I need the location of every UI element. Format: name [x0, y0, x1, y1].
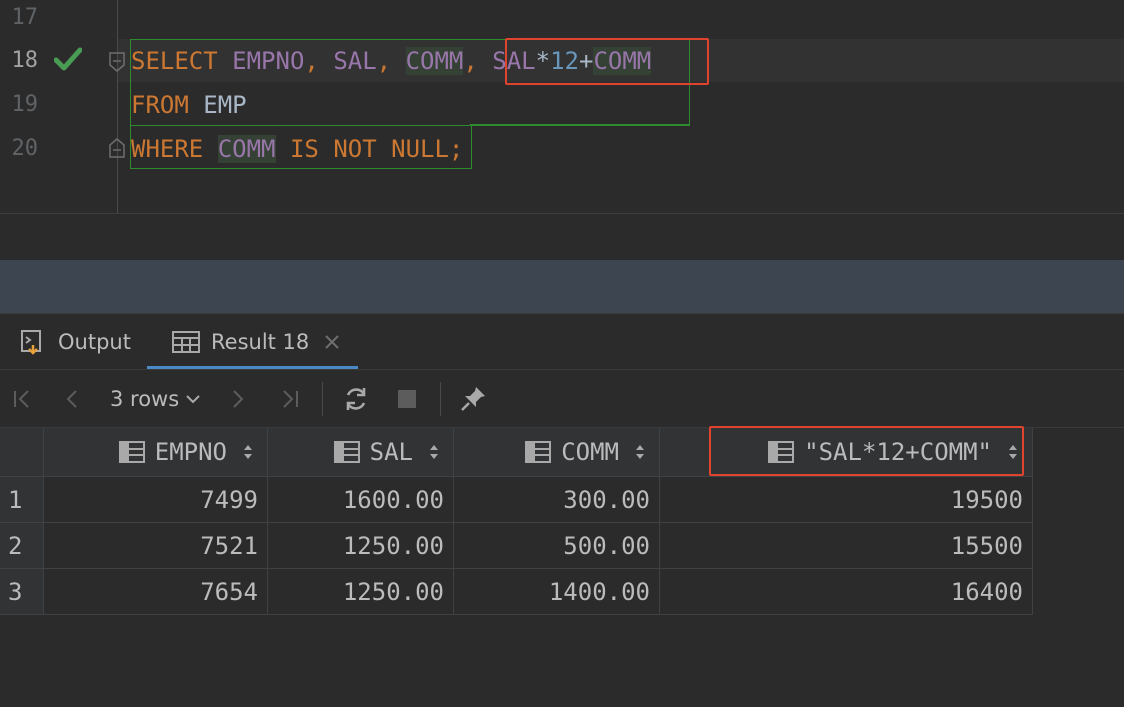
sql-editor[interactable]: 17 18 19 20 SELECT EMPNO, SAL, COMM, SAL…	[0, 0, 1124, 214]
line-number: 19	[11, 92, 39, 117]
rows-count-label: 3 rows	[110, 387, 180, 411]
line-number: 18	[11, 48, 39, 73]
sort-icon[interactable]	[635, 443, 645, 461]
fold-close-icon[interactable]	[109, 138, 125, 158]
result-toolbar: 3 rows	[0, 369, 1124, 428]
line-number: 17	[11, 5, 39, 30]
expression-highlight-box	[505, 38, 709, 85]
output-icon	[21, 330, 41, 355]
gutter-separator	[117, 0, 118, 214]
column-icon	[525, 441, 552, 463]
table-cell[interactable]: 7654	[44, 569, 268, 615]
result-grid[interactable]: EMPNO SAL COMM "SAL*12+COMM" 1 7499 1600…	[0, 426, 1124, 707]
row-number[interactable]: 1	[0, 477, 44, 523]
sort-icon[interactable]	[429, 443, 439, 461]
table-cell[interactable]: 7499	[44, 477, 268, 523]
sort-icon[interactable]	[243, 443, 253, 461]
close-icon[interactable]	[324, 334, 340, 350]
row-number[interactable]: 3	[0, 569, 44, 615]
previous-page-button[interactable]	[60, 370, 84, 428]
editor-empty-area	[0, 214, 1124, 260]
tab-output-label: Output	[58, 330, 131, 354]
column-header-label: EMPNO	[154, 438, 227, 466]
column-header-sal[interactable]: SAL	[268, 428, 454, 477]
statement-scope-outline	[130, 124, 472, 169]
table-cell[interactable]: 7521	[44, 523, 268, 569]
table-cell[interactable]: 16400	[660, 569, 1033, 615]
row-number-header	[0, 428, 44, 477]
row-number[interactable]: 2	[0, 523, 44, 569]
refresh-button[interactable]	[340, 370, 372, 428]
column-header-comm[interactable]: COMM	[454, 428, 660, 477]
table-cell[interactable]: 500.00	[454, 523, 660, 569]
pin-icon	[461, 387, 485, 411]
tab-result-18[interactable]: Result 18	[172, 314, 340, 370]
column-header-label: SAL	[369, 438, 413, 466]
chevron-left-icon	[66, 390, 77, 408]
table-cell[interactable]: 1250.00	[268, 569, 454, 615]
table-cell[interactable]: 300.00	[454, 477, 660, 523]
column-icon	[118, 441, 145, 463]
tab-result-label: Result 18	[211, 330, 310, 354]
next-page-button[interactable]	[226, 370, 250, 428]
pin-tab-button[interactable]	[456, 370, 490, 428]
last-page-button[interactable]	[276, 370, 304, 428]
panel-splitter[interactable]	[0, 260, 1124, 313]
rows-count-dropdown[interactable]: 3 rows	[110, 370, 210, 428]
column-icon	[333, 441, 360, 463]
last-page-icon	[283, 390, 298, 408]
table-cell[interactable]: 1250.00	[268, 523, 454, 569]
column-header-label: COMM	[561, 438, 619, 466]
refresh-icon	[346, 388, 366, 410]
green-check-icon	[54, 47, 82, 71]
toolbar-separator	[440, 382, 441, 416]
table-cell[interactable]: 1400.00	[454, 569, 660, 615]
column-highlight-box	[709, 426, 1024, 476]
toolbar-separator	[322, 382, 323, 416]
column-header-empno[interactable]: EMPNO	[44, 428, 268, 477]
statement-scope-outline	[470, 124, 690, 126]
table-icon	[172, 331, 200, 353]
services-tab-bar: Output Result 18	[0, 313, 1124, 370]
tab-output[interactable]: Output	[20, 314, 131, 370]
first-page-icon	[14, 390, 29, 408]
chevron-down-icon	[186, 395, 200, 404]
line-number: 20	[11, 136, 39, 161]
fold-open-icon[interactable]	[109, 52, 125, 72]
table-cell[interactable]: 15500	[660, 523, 1033, 569]
stop-icon	[398, 390, 416, 408]
table-cell[interactable]: 19500	[660, 477, 1033, 523]
stop-button[interactable]	[394, 370, 420, 428]
table-cell[interactable]: 1600.00	[268, 477, 454, 523]
first-page-button[interactable]	[8, 370, 36, 428]
chevron-right-icon	[233, 390, 244, 408]
